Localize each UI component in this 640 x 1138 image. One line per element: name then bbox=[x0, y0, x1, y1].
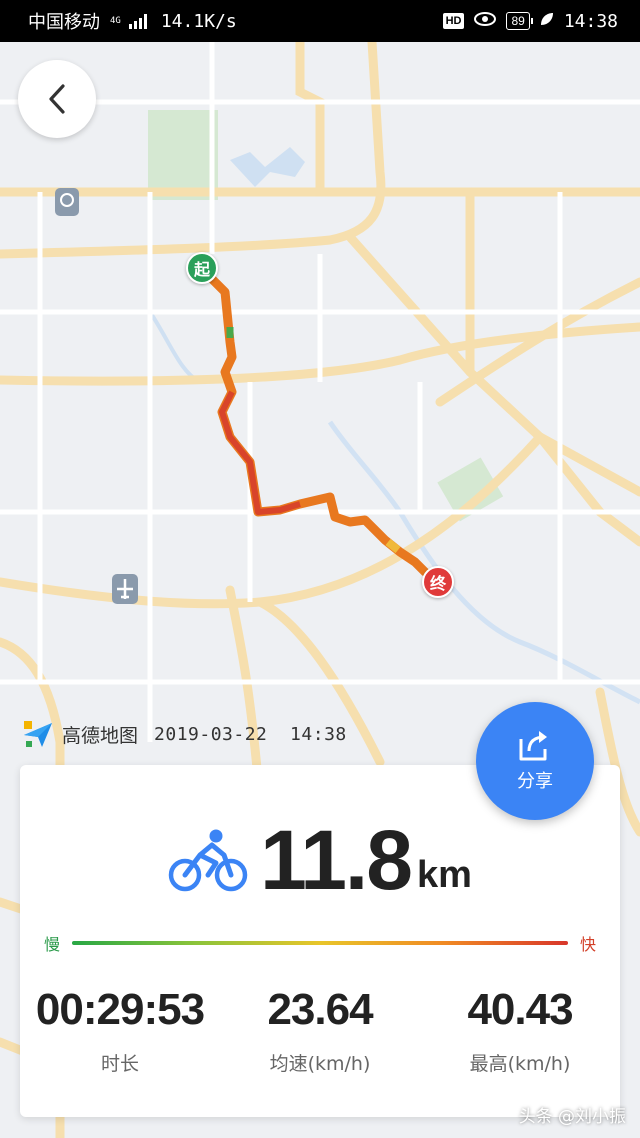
battery-icon: 89 bbox=[506, 12, 534, 30]
station-icon bbox=[55, 188, 79, 216]
stat-avg-speed: 23.64 均速(km/h) bbox=[220, 985, 420, 1076]
leaf-icon bbox=[539, 11, 555, 32]
stat-duration: 00:29:53 时长 bbox=[20, 985, 220, 1076]
eye-icon bbox=[473, 11, 497, 32]
network-speed: 14.1K/s bbox=[160, 10, 237, 32]
carrier-name: 中国移动 bbox=[28, 12, 100, 33]
status-bar: 中国移动 4G 14.1K/s HD 89 14:38 bbox=[0, 0, 640, 42]
signal-icon bbox=[128, 13, 147, 29]
stat-label: 时长 bbox=[100, 1053, 139, 1075]
clock-time: 14:38 bbox=[563, 10, 618, 32]
stats-row: 00:29:53 时长 23.64 均速(km/h) 40.43 最高(km/h… bbox=[20, 985, 620, 1076]
stat-value: 00:29:53 bbox=[35, 985, 205, 1034]
amap-logo-icon bbox=[24, 721, 52, 747]
end-marker: 终 bbox=[422, 566, 454, 598]
stat-value: 40.43 bbox=[467, 985, 573, 1034]
share-label: 分享 bbox=[517, 771, 553, 792]
stat-max-speed: 40.43 最高(km/h) bbox=[420, 985, 620, 1076]
share-icon bbox=[519, 731, 547, 761]
stat-label: 最高(km/h) bbox=[469, 1053, 571, 1075]
network-type: 4G bbox=[110, 15, 121, 26]
map-brand: 高德地图 bbox=[62, 724, 139, 747]
map-attribution: 高德地图 2019-03-22 14:38 bbox=[22, 716, 347, 752]
source-watermark: 头条 @刘小振 bbox=[518, 1107, 626, 1127]
stat-value: 23.64 bbox=[267, 985, 373, 1034]
fast-label: 快 bbox=[579, 935, 596, 954]
map-timestamp: 2019-03-22 14:38 bbox=[154, 723, 347, 745]
chevron-left-icon bbox=[49, 84, 65, 114]
distance-row: 11.8 km bbox=[20, 805, 620, 915]
start-marker: 起 bbox=[186, 252, 218, 284]
speed-legend: 慢 快 bbox=[44, 929, 596, 957]
stat-label: 均速(km/h) bbox=[269, 1053, 371, 1075]
airport-icon bbox=[112, 574, 138, 604]
distance-unit: km bbox=[416, 854, 472, 896]
share-button[interactable]: 分享 bbox=[476, 702, 594, 820]
bicycle-icon bbox=[168, 829, 248, 892]
slow-label: 慢 bbox=[44, 935, 61, 954]
hd-icon: HD bbox=[442, 13, 465, 29]
back-button[interactable] bbox=[18, 60, 96, 138]
distance-value: 11.8 bbox=[260, 813, 413, 907]
speed-gradient-bar bbox=[72, 941, 568, 945]
